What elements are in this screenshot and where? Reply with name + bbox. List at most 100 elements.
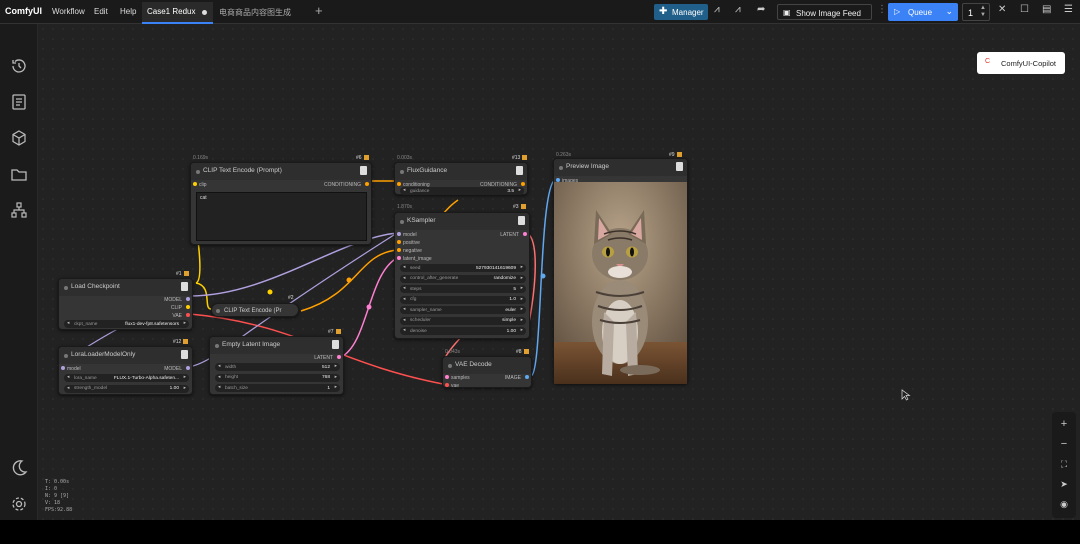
moon-icon[interactable]	[9, 458, 29, 478]
cfg-widget[interactable]: ◂ cfg 1.0 ▸	[400, 295, 526, 304]
node-ksampler[interactable]: KSampler model positive negative latent_…	[394, 212, 530, 339]
prompt-textarea[interactable]: cat	[196, 192, 367, 241]
hamburger-menu-icon[interactable]: ☰	[1064, 4, 1073, 15]
output-slot-conditioning[interactable]	[365, 182, 369, 186]
node-clip-text-encode-collapsed[interactable]: CLIP Text Encode (Pr	[211, 303, 299, 317]
node-id-badge: #7	[328, 329, 341, 335]
queue-button[interactable]: ▷ Queue ⌄	[888, 3, 958, 21]
queue-count-stepper[interactable]: 1 ▲ ▼	[962, 3, 990, 21]
eye-icon[interactable]: ◉	[1058, 498, 1070, 510]
tab-ecommerce[interactable]: 电商商品内容图生成	[219, 7, 291, 18]
height-widget[interactable]: ◂ height 768 ▸	[215, 373, 340, 382]
share-icon[interactable]: ➦	[757, 4, 765, 15]
doc-icon[interactable]	[181, 350, 188, 359]
node-preview-image[interactable]: Preview Image images	[553, 158, 688, 384]
doc-icon[interactable]	[181, 282, 188, 291]
guidance-widget[interactable]: ◂ guidance 3.5 ▸	[400, 187, 524, 195]
output-slot-clip[interactable]	[186, 305, 190, 309]
show-image-feed-button[interactable]: ▣ Show Image Feed	[777, 4, 872, 20]
folder-icon[interactable]	[9, 164, 29, 184]
ckpt-name-widget[interactable]: ◂ ckpt_name flux1-dev-fp8.safetensors ▸	[64, 320, 189, 328]
control-after-generate-widget[interactable]: ◂ control_after_generate randomize ▸	[400, 274, 526, 283]
node-flux-guidance[interactable]: FluxGuidance conditioning CONDITIONING ◂…	[394, 162, 528, 195]
reroute-dot	[540, 273, 546, 279]
output-slot-latent[interactable]	[337, 355, 341, 359]
node-id-badge: #6	[356, 155, 369, 161]
node-lora-loader[interactable]: LoraLoaderModelOnly model MODEL ◂ lora_na…	[58, 346, 193, 395]
top-menubar: ComfyUI Workflow Edit Help Case1 Redux 电…	[0, 0, 1080, 24]
zoom-out-icon[interactable]: −	[1058, 438, 1070, 450]
select-mode-icon[interactable]: ➤	[1058, 478, 1070, 490]
stepper-arrows-icon[interactable]: ▲ ▼	[980, 5, 986, 19]
sampler-name-widget[interactable]: ◂ sampler_name euler ▸	[400, 306, 526, 314]
input-slot-positive[interactable]	[397, 240, 401, 244]
output-slot-model[interactable]	[186, 297, 190, 301]
input-slot-clip[interactable]	[193, 182, 197, 186]
copilot-button[interactable]: C ComfyUI-Copilot	[977, 52, 1065, 74]
node-clip-text-encode-prompt[interactable]: CLIP Text Encode (Prompt) clip CONDITION…	[190, 162, 372, 245]
input-slot-conditioning[interactable]	[397, 182, 401, 186]
cube-icon[interactable]	[9, 128, 29, 148]
menu-edit[interactable]: Edit	[94, 7, 108, 16]
strength-model-widget[interactable]: ◂ strength_model 1.00 ▸	[64, 384, 189, 393]
queue-label: Queue	[908, 8, 933, 17]
preview-image-output[interactable]	[554, 182, 687, 384]
unsaved-dot-icon	[202, 10, 207, 15]
slot-label: CLIP	[170, 305, 182, 311]
exec-time-badge: 0.169s	[193, 155, 209, 161]
new-tab-button[interactable]: +	[315, 3, 323, 18]
scheduler-widget[interactable]: ◂ scheduler simple ▸	[400, 316, 526, 325]
chevron-down-icon[interactable]: ⌄	[945, 6, 953, 17]
exec-time-badge: 0.003s	[397, 155, 413, 161]
output-slot-image[interactable]	[525, 375, 529, 379]
collapse-dot[interactable]	[216, 308, 220, 313]
slot-label: VAE	[172, 313, 182, 319]
node-vae-decode[interactable]: VAE Decode samples vae IMAGE	[442, 356, 532, 389]
panel-icon[interactable]: ▤	[1042, 4, 1051, 15]
doc-icon[interactable]	[518, 216, 525, 225]
doc-icon[interactable]	[516, 166, 523, 175]
input-slot-model[interactable]	[61, 366, 65, 370]
close-icon[interactable]: ✕	[998, 4, 1006, 15]
fit-view-icon[interactable]: ⛶	[1058, 458, 1070, 470]
input-slot-samples[interactable]	[445, 375, 449, 379]
node-load-checkpoint[interactable]: Load Checkpoint MODEL CLIP VAE ◂ ckpt_nam…	[58, 278, 193, 330]
output-slot-model[interactable]	[186, 366, 190, 370]
input-slot-latent[interactable]	[397, 256, 401, 260]
queue-list-icon[interactable]	[9, 92, 29, 112]
window-icon[interactable]: ☐	[1020, 4, 1029, 15]
menu-workflow[interactable]: Workflow	[52, 7, 85, 16]
nodes-library-icon[interactable]	[9, 200, 29, 220]
exec-time-badge: 1.870s	[397, 204, 413, 210]
input-slot-negative[interactable]	[397, 248, 401, 252]
node-icon[interactable]: ⩘	[714, 4, 720, 15]
menu-help[interactable]: Help	[120, 7, 136, 16]
model-icon[interactable]: ⩘	[735, 4, 741, 15]
steps-widget[interactable]: ◂ steps 5 ▸	[400, 285, 526, 293]
doc-icon[interactable]	[360, 166, 367, 175]
history-icon[interactable]	[9, 56, 29, 76]
manager-button[interactable]: ✚ Manager	[654, 4, 708, 20]
zoom-in-icon[interactable]: +	[1058, 418, 1070, 430]
width-widget[interactable]: ◂ width 512 ▸	[215, 363, 340, 371]
node-empty-latent-image[interactable]: Empty Latent Image LATENT ◂ width 512 ▸ ◂ he…	[209, 336, 344, 395]
output-slot-latent[interactable]	[523, 232, 527, 236]
app-logo[interactable]: ComfyUI	[5, 6, 42, 16]
left-sidebar	[0, 24, 38, 520]
lora-name-widget[interactable]: ◂ lora_name FLUX.1-Turbo-Alpha.safeten... ▸	[64, 374, 189, 382]
gear-icon[interactable]	[9, 494, 29, 514]
doc-icon[interactable]	[676, 162, 683, 171]
node-canvas[interactable]: 0.169s #6 CLIP Text Encode (Prompt) clip…	[38, 24, 1080, 520]
doc-icon[interactable]	[332, 340, 339, 349]
slot-label: latent_image	[403, 256, 432, 262]
batch-size-widget[interactable]: ◂ batch_size 1 ▸	[215, 384, 340, 392]
denoise-widget[interactable]: ◂ denoise 1.00 ▸	[400, 327, 526, 335]
drag-handle-icon[interactable]: ⋮	[877, 4, 887, 15]
output-slot[interactable]	[521, 182, 525, 186]
input-slot-model[interactable]	[397, 232, 401, 236]
output-slot-vae[interactable]	[186, 313, 190, 317]
input-slot-vae[interactable]	[445, 383, 449, 387]
tab-case1-redux[interactable]: Case1 Redux	[142, 2, 213, 24]
slot-label: vae	[451, 383, 460, 389]
seed-widget[interactable]: ◂ seed 527930141619609 ▸	[400, 264, 526, 272]
